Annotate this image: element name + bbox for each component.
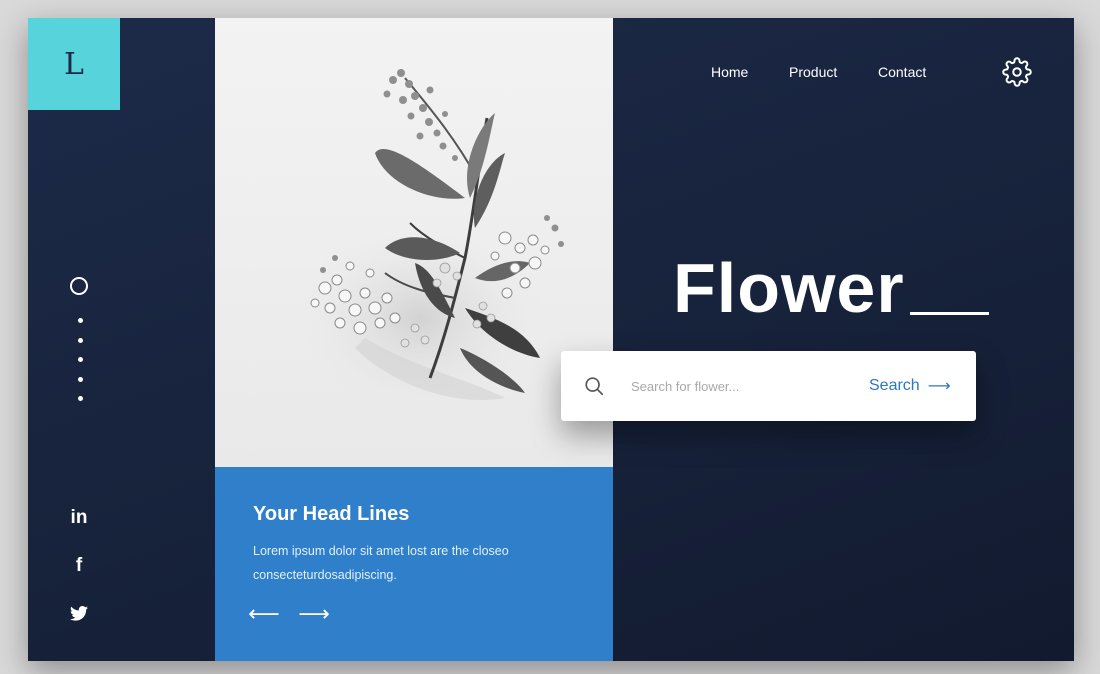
search-button-label: Search bbox=[869, 377, 920, 394]
flower-illustration bbox=[295, 69, 564, 413]
slide-indicator-dot[interactable] bbox=[78, 338, 83, 343]
slide-indicator-active[interactable] bbox=[70, 277, 88, 295]
nav-product[interactable]: Product bbox=[789, 64, 837, 80]
logo-letter: L bbox=[64, 46, 84, 82]
headline-card: Your Head Lines Lorem ipsum dolor sit am… bbox=[215, 467, 613, 661]
flower-image-panel bbox=[215, 18, 613, 467]
hero-underline bbox=[910, 312, 989, 315]
facebook-icon[interactable]: f bbox=[66, 555, 92, 577]
card-description: Lorem ipsum dolor sit amet lost are the … bbox=[253, 544, 509, 582]
slide-indicator-dot[interactable] bbox=[78, 318, 83, 323]
slide-indicator-dot[interactable] bbox=[78, 377, 83, 382]
nav-contact[interactable]: Contact bbox=[878, 64, 926, 80]
logo[interactable]: L bbox=[28, 18, 120, 110]
search-bar: Search ⟶ bbox=[561, 351, 976, 421]
search-icon bbox=[583, 375, 605, 397]
nav-home[interactable]: Home bbox=[711, 64, 748, 80]
next-arrow-glyph: ⟶ bbox=[298, 601, 330, 626]
linkedin-icon[interactable]: in bbox=[66, 507, 92, 529]
hero-title: Flower bbox=[673, 249, 905, 327]
arrow-left-icon[interactable]: ⟵ bbox=[248, 601, 280, 626]
linkedin-label: in bbox=[70, 507, 88, 528]
card-title: Your Head Lines bbox=[253, 503, 410, 525]
search-input[interactable] bbox=[631, 373, 851, 399]
settings-gear-icon[interactable] bbox=[1002, 57, 1032, 87]
arrow-right-icon[interactable]: ⟶ bbox=[298, 601, 330, 626]
prev-arrow-glyph: ⟵ bbox=[248, 601, 280, 626]
arrow-right-icon: ⟶ bbox=[927, 378, 951, 395]
facebook-label: f bbox=[75, 555, 83, 576]
slide-indicator-dot[interactable] bbox=[78, 357, 83, 362]
slide-indicator-dot[interactable] bbox=[78, 396, 83, 401]
search-button[interactable]: Search ⟶ bbox=[869, 373, 951, 399]
twitter-icon[interactable] bbox=[66, 606, 92, 626]
landing-page: L in f Your Head Lines Lorem ipsum dolor… bbox=[28, 18, 1074, 661]
